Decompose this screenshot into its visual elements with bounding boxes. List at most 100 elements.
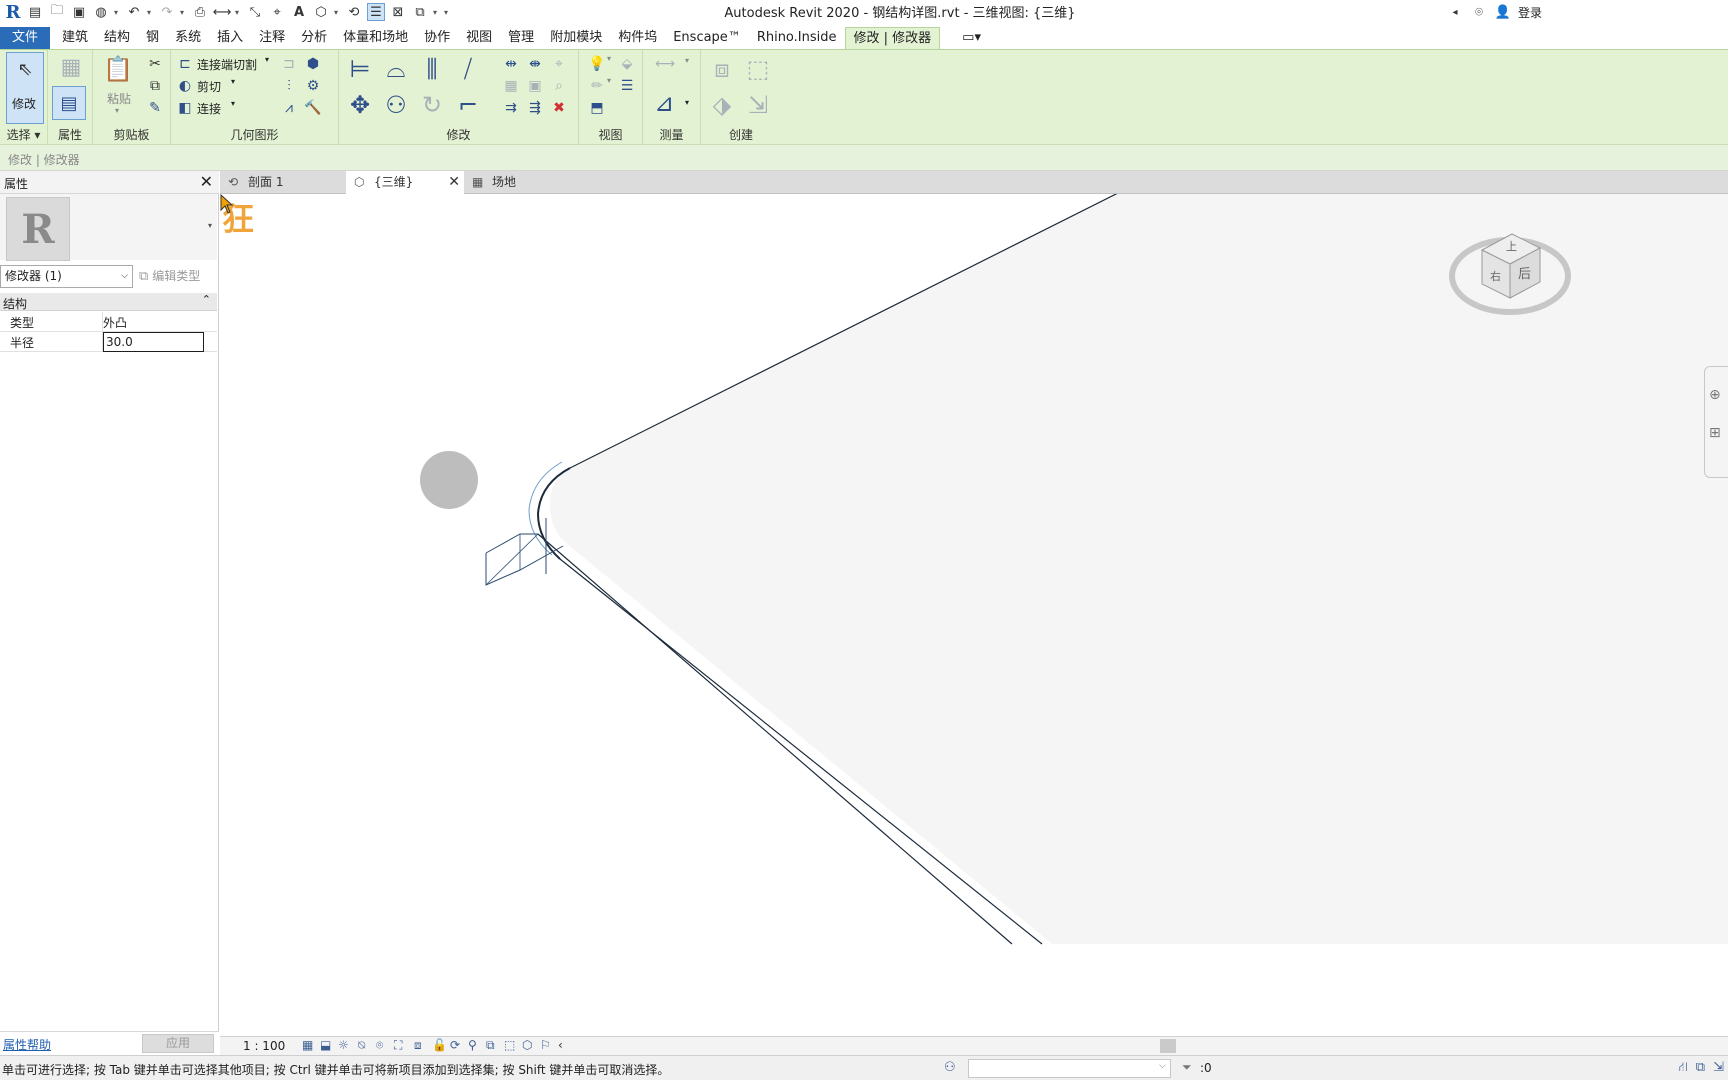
instance-filter-dropdown[interactable]: 修改器 (1) ⌵ <box>0 265 133 288</box>
workset-icon[interactable]: ⚇ <box>944 1060 956 1075</box>
ribbon-display-toggle-icon[interactable]: ▭▾ <box>954 27 989 49</box>
temporary-hide-icon[interactable]: ⟳ <box>450 1038 460 1052</box>
cope-icon[interactable]: ⊏ <box>175 54 195 74</box>
tab-enscape[interactable]: Enscape™ <box>665 27 749 49</box>
user-icon[interactable]: 👤 <box>1494 3 1512 21</box>
paint-icon[interactable]: ⩘ <box>279 98 299 118</box>
tab-add-ins[interactable]: 附加模块 <box>542 27 610 49</box>
tab-manage[interactable]: 管理 <box>500 27 542 49</box>
override-icon[interactable]: ⬙ <box>617 54 637 74</box>
split-gap-icon[interactable]: ⇼ <box>525 54 545 74</box>
panel-select-label[interactable]: 选择 ▾ <box>0 126 47 143</box>
visual-style-icon[interactable]: ⬓ <box>320 1038 331 1052</box>
cut-icon[interactable]: ✂ <box>145 54 165 74</box>
mirror-pick-axis-icon[interactable]: ⫼ <box>415 52 449 86</box>
crop-view-icon[interactable]: ⛶ <box>394 1038 402 1053</box>
tab-analyze[interactable]: 分析 <box>293 27 335 49</box>
cut-geometry-dropdown-icon[interactable]: ▾ <box>231 77 235 86</box>
tab-component-dock[interactable]: 构件坞 <box>610 27 665 49</box>
sun-path-icon[interactable]: ☼ <box>338 1038 349 1052</box>
reveal-hidden-icon[interactable]: ⚲ <box>468 1038 477 1052</box>
horizontal-scrollbar[interactable] <box>1160 1039 1176 1053</box>
create-similar-icon[interactable]: ⇲ <box>741 88 775 122</box>
select-links-icon[interactable]: ⛙ <box>1679 1060 1688 1077</box>
cut-geometry-label[interactable]: 剪切 <box>197 78 221 95</box>
tab-rhino-inside[interactable]: Rhino.Inside <box>749 27 845 49</box>
cut-geometry-icon[interactable]: ◐ <box>175 76 195 96</box>
cope-dropdown-icon[interactable]: ▾ <box>265 55 269 64</box>
join-label[interactable]: 连接 <box>197 100 221 117</box>
temporary-view-properties-icon[interactable]: ⧉ <box>486 1038 495 1053</box>
move-icon[interactable]: ✥ <box>343 88 377 122</box>
aligned-dimension-icon[interactable]: ⊿ <box>647 86 681 120</box>
create-parts-icon[interactable]: ⬚ <box>741 52 775 86</box>
thin-lines-toggle-icon[interactable]: ☰ <box>617 76 637 96</box>
remove-paint-icon[interactable]: 🔨 <box>303 98 323 118</box>
tab-file[interactable]: 文件 <box>0 27 51 49</box>
tab-modify-modifier[interactable]: 修改 | 修改器 <box>844 27 941 49</box>
tab-section-1[interactable]: ⟲ 剖面 1 <box>220 171 346 194</box>
paint-view-icon[interactable]: ⬒ <box>587 98 607 118</box>
tab-structure[interactable]: 结构 <box>96 27 138 49</box>
linework-dropdown-icon[interactable]: ▾ <box>607 76 611 85</box>
tab-view[interactable]: 视图 <box>458 27 500 49</box>
detail-level-icon[interactable]: ▦ <box>302 1038 313 1052</box>
highlight-displacement-icon[interactable]: ⚐ <box>540 1038 551 1052</box>
radius-field[interactable]: 30.0 <box>103 332 204 352</box>
drawing-viewport[interactable]: 上 右 后 狂 ⊕ ⊞ <box>220 194 1728 1036</box>
analytical-model-icon[interactable]: ⬡ <box>522 1038 532 1052</box>
align-icon[interactable]: ⊨ <box>343 52 377 86</box>
select-underlay-icon[interactable]: ⧉ <box>1696 1060 1705 1077</box>
collapse-icon[interactable]: ⌃ <box>202 293 211 306</box>
pin-icon[interactable]: ⌖ <box>549 54 569 74</box>
copy-icon[interactable]: ⧉ <box>145 76 165 96</box>
paste-icon[interactable]: 📋 <box>103 54 133 84</box>
dimension-dropdown-icon[interactable]: ▾ <box>685 98 689 107</box>
tab-steel[interactable]: 钢 <box>138 27 167 49</box>
type-properties-icon[interactable]: ▦ <box>56 52 86 82</box>
measure-between-icon[interactable]: ⟷ <box>649 54 681 74</box>
model-geometry[interactable]: 上 右 后 <box>220 194 1728 1036</box>
filter-icon[interactable]: ⏷ <box>1182 1060 1192 1075</box>
cope-label[interactable]: 连接端切割 <box>197 56 257 73</box>
split-face-icon[interactable]: ⬢ <box>303 54 323 74</box>
rotate-icon[interactable]: ↻ <box>415 88 449 122</box>
copy-element-icon[interactable]: ⚇ <box>379 88 413 122</box>
properties-help-link[interactable]: 属性帮助 <box>3 1036 51 1053</box>
delete-icon[interactable]: ✖ <box>549 98 569 118</box>
array-icon[interactable]: ▦ <box>501 76 521 96</box>
paste-label[interactable]: 粘贴 <box>107 90 131 107</box>
offset-icon[interactable]: ⌓ <box>379 52 413 86</box>
trim-multiple-icon[interactable]: ⇉ <box>501 98 521 118</box>
apply-button[interactable]: 应用 <box>142 1034 214 1053</box>
workset-dropdown[interactable]: ⌵ <box>968 1059 1171 1078</box>
create-group-icon[interactable]: ⬗ <box>705 88 739 122</box>
close-tab-icon[interactable]: ✕ <box>448 171 460 193</box>
demolish-icon[interactable]: ⚙ <box>303 76 323 96</box>
tab-collaborate[interactable]: 协作 <box>416 27 458 49</box>
trim-single-icon[interactable]: ⇶ <box>525 98 545 118</box>
beam-joins-icon[interactable]: ⫶ <box>279 76 299 96</box>
view-scale[interactable]: 1 : 100 <box>243 1039 285 1053</box>
tab-massing-site[interactable]: 体量和场地 <box>335 27 416 49</box>
edit-type-button[interactable]: ⧉ 编辑类型 <box>139 265 200 288</box>
steering-wheel-icon[interactable]: ⊕ <box>1709 387 1721 403</box>
navigation-bar[interactable]: ⊕ ⊞ <box>1704 366 1728 478</box>
trim-extend-icon[interactable]: ⌐ <box>451 88 485 122</box>
render-icon[interactable]: ⌾ <box>376 1038 383 1053</box>
tab-annotate[interactable]: 注释 <box>251 27 293 49</box>
tab-insert[interactable]: 插入 <box>209 27 251 49</box>
tab-3d-view[interactable]: ⬡ {三维} ✕ <box>346 171 464 194</box>
property-row-radius[interactable]: 半径 30.0 <box>0 332 217 352</box>
join-dropdown-icon[interactable]: ▾ <box>231 99 235 108</box>
tab-architecture[interactable]: 建筑 <box>54 27 96 49</box>
type-selector-dropdown-icon[interactable]: ▾ <box>208 221 212 230</box>
linework-icon[interactable]: ✏ <box>587 76 607 96</box>
property-group-structure[interactable]: 结构 ⌃ <box>0 293 217 311</box>
worksharing-icon[interactable]: ⬚ <box>504 1038 515 1052</box>
wall-joins-icon[interactable]: ⊐ <box>279 54 299 74</box>
split-element-icon[interactable]: ⇹ <box>501 54 521 74</box>
sign-in-label[interactable]: 登录 <box>1518 4 1542 21</box>
scale-icon[interactable]: ▣ <box>525 76 545 96</box>
properties-button[interactable]: ▤ <box>52 86 86 120</box>
